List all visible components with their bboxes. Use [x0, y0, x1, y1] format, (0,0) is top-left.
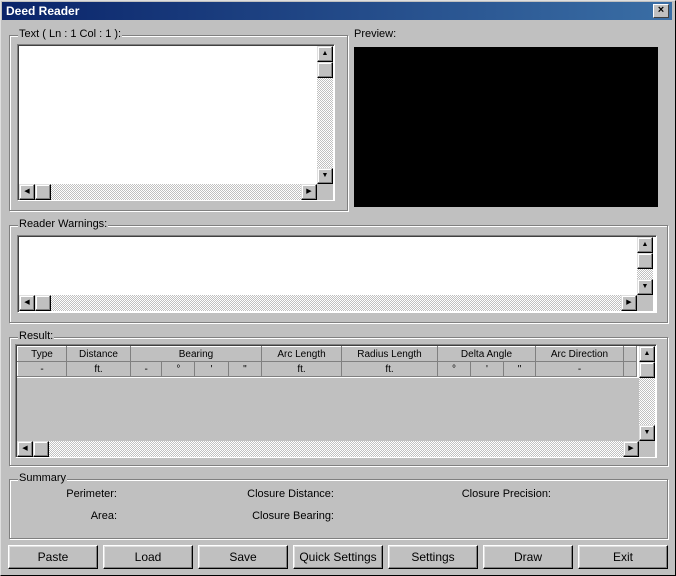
closure-precision-label: Closure Precision:	[461, 488, 551, 500]
warnings-vertical-scrollbar[interactable]: ▲ ▼	[637, 237, 653, 295]
warnings-horizontal-scrollbar[interactable]: ◀ ▶	[19, 295, 637, 311]
unit-cell-filler	[623, 361, 637, 377]
scroll-right-button[interactable]: ▶	[621, 295, 637, 311]
scroll-right-button[interactable]: ▶	[623, 441, 639, 457]
perimeter-label: Perimeter:	[66, 488, 117, 500]
text-vertical-scrollbar[interactable]: ▲ ▼	[317, 46, 333, 184]
result-group-label: Result:	[18, 330, 55, 342]
closure-distance-label: Closure Distance:	[247, 488, 334, 500]
scroll-corner	[637, 295, 653, 311]
column-header-filler	[623, 346, 637, 362]
column-header-distance[interactable]: Distance	[66, 346, 131, 362]
exit-button[interactable]: Exit	[578, 545, 668, 569]
scroll-right-icon: ▶	[628, 445, 634, 452]
scroll-right-icon: ▶	[306, 188, 312, 195]
scroll-thumb[interactable]	[35, 184, 51, 200]
unit-cell-distance: ft.	[66, 361, 131, 377]
scroll-thumb[interactable]	[35, 295, 51, 311]
draw-button[interactable]: Draw	[483, 545, 573, 569]
quick-settings-button[interactable]: Quick Settings	[293, 545, 383, 569]
unit-cell-delta-seconds: "	[503, 361, 536, 377]
scroll-left-button[interactable]: ◀	[19, 184, 35, 200]
column-header-arc-length[interactable]: Arc Length	[261, 346, 342, 362]
load-button[interactable]: Load	[103, 545, 193, 569]
scroll-thumb[interactable]	[317, 62, 333, 78]
text-horizontal-scrollbar[interactable]: ◀ ▶	[19, 184, 317, 200]
column-header-bearing[interactable]: Bearing	[130, 346, 262, 362]
result-horizontal-scrollbar[interactable]: ◀ ▶	[17, 441, 639, 457]
deed-text-area[interactable]	[17, 44, 335, 201]
title-bar[interactable]: Deed Reader ×	[2, 2, 672, 20]
scroll-left-icon: ◀	[24, 188, 30, 195]
area-label: Area:	[90, 510, 117, 522]
scroll-thumb[interactable]	[637, 253, 653, 269]
column-header-arc-direction[interactable]: Arc Direction	[535, 346, 624, 362]
unit-cell-arc-direction: -	[535, 361, 624, 377]
result-vertical-scrollbar[interactable]: ▲ ▼	[639, 346, 655, 441]
column-header-type[interactable]: Type	[17, 346, 67, 362]
unit-cell-arc-length: ft.	[261, 361, 342, 377]
scroll-up-icon: ▲	[641, 241, 649, 248]
column-header-radius-length[interactable]: Radius Length	[341, 346, 438, 362]
unit-cell-delta-minutes: '	[470, 361, 504, 377]
window-title: Deed Reader	[6, 4, 80, 18]
scroll-right-icon: ▶	[626, 299, 632, 306]
settings-button[interactable]: Settings	[388, 545, 478, 569]
scroll-right-button[interactable]: ▶	[301, 184, 317, 200]
paste-button[interactable]: Paste	[8, 545, 98, 569]
unit-cell-delta-degrees: °	[437, 361, 471, 377]
unit-cell-bearing-quadrant: -	[129, 361, 163, 377]
scroll-up-icon: ▲	[643, 350, 651, 357]
close-window-button[interactable]: ×	[653, 4, 669, 18]
scroll-up-button[interactable]: ▲	[637, 237, 653, 253]
column-header-delta-angle[interactable]: Delta Angle	[437, 346, 536, 362]
scroll-down-button[interactable]: ▼	[637, 279, 653, 295]
scroll-up-button[interactable]: ▲	[639, 346, 655, 362]
scroll-corner	[317, 184, 333, 200]
scroll-up-icon: ▲	[321, 50, 329, 57]
units-row: - ft. - ° ' " ft. ft. ° ' " -	[17, 361, 637, 377]
scroll-left-icon: ◀	[22, 445, 28, 452]
unit-cell-type: -	[17, 361, 67, 377]
scroll-down-icon: ▼	[643, 429, 651, 436]
result-grid-body[interactable]	[17, 378, 639, 441]
scroll-down-button[interactable]: ▼	[639, 425, 655, 441]
scroll-thumb[interactable]	[33, 441, 49, 457]
unit-cell-bearing-degrees: °	[161, 361, 196, 377]
scroll-down-button[interactable]: ▼	[317, 168, 333, 184]
scroll-corner	[639, 441, 655, 457]
scroll-thumb[interactable]	[639, 362, 655, 378]
closure-bearing-label: Closure Bearing:	[252, 510, 334, 522]
scroll-up-button[interactable]: ▲	[317, 46, 333, 62]
scroll-down-icon: ▼	[641, 283, 649, 290]
scroll-down-icon: ▼	[321, 172, 329, 179]
warnings-group-label: Reader Warnings:	[18, 218, 109, 230]
scroll-left-button[interactable]: ◀	[17, 441, 33, 457]
unit-cell-radius-length: ft.	[341, 361, 438, 377]
scroll-left-icon: ◀	[24, 299, 30, 306]
header-row: Type Distance Bearing Arc Length Radius …	[17, 346, 637, 362]
unit-cell-bearing-minutes: '	[194, 361, 229, 377]
preview-canvas[interactable]	[354, 47, 658, 207]
unit-cell-bearing-seconds: "	[227, 361, 263, 377]
summary-group-label: Summary	[18, 472, 68, 484]
text-group-label: Text ( Ln : 1 Col : 1 ):	[18, 28, 123, 40]
result-table-header: Type Distance Bearing Arc Length Radius …	[17, 346, 637, 377]
scroll-left-button[interactable]: ◀	[19, 295, 35, 311]
preview-label: Preview:	[354, 28, 397, 40]
save-button[interactable]: Save	[198, 545, 288, 569]
